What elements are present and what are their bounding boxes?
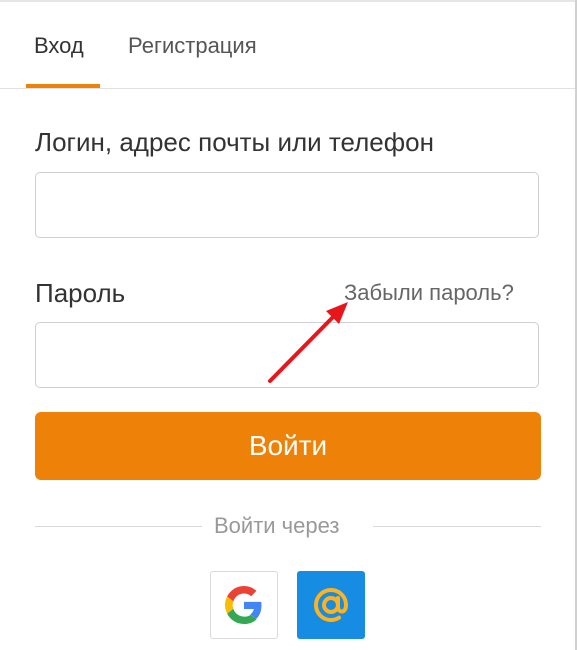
mail-ru-login-button[interactable] xyxy=(297,571,365,639)
password-input[interactable] xyxy=(35,322,539,388)
social-login-divider-text: Войти через xyxy=(214,513,340,538)
active-tab-indicator xyxy=(26,84,100,88)
login-submit-button[interactable]: Войти xyxy=(35,412,541,480)
login-field-label: Логин, адрес почты или телефон xyxy=(35,127,434,157)
google-login-button[interactable] xyxy=(210,571,278,639)
google-icon xyxy=(225,586,262,624)
password-field-label: Пароль xyxy=(35,278,126,308)
mail-ru-at-icon xyxy=(313,587,349,623)
forgot-password-link[interactable]: Забыли пароль? xyxy=(344,279,514,307)
tab-login[interactable]: Вход xyxy=(34,32,84,60)
login-card: Вход Регистрация Логин, адрес почты или … xyxy=(0,0,575,650)
divider-line-left xyxy=(35,526,202,527)
auth-tabs: Вход Регистрация xyxy=(0,0,575,89)
divider-line-right xyxy=(373,526,541,527)
tab-register[interactable]: Регистрация xyxy=(128,32,257,60)
login-input[interactable] xyxy=(35,172,539,238)
